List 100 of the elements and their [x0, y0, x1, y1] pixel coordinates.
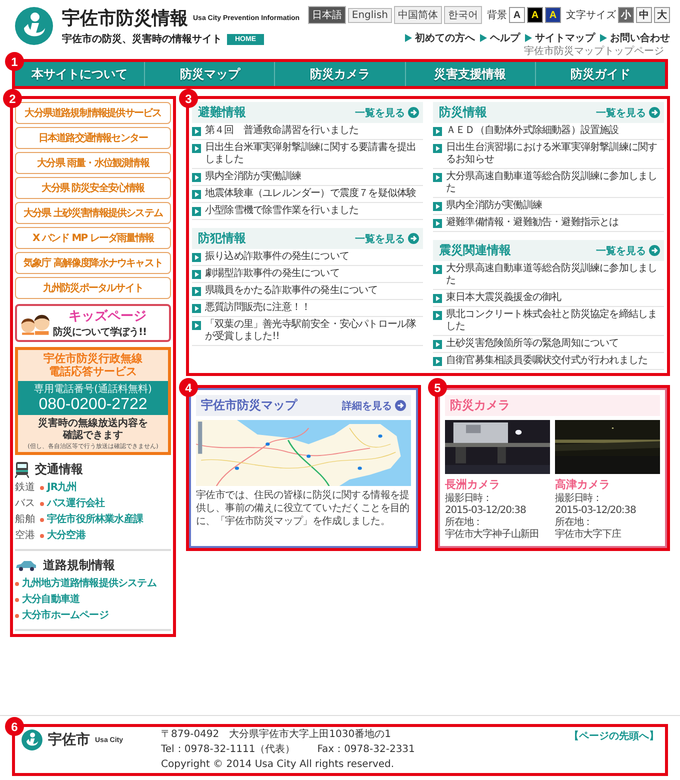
- triangle-icon: [480, 34, 487, 42]
- header-link[interactable]: お問い合わせ: [600, 31, 670, 45]
- panel-title: 宇佐市防災マップ: [201, 397, 297, 414]
- news-item[interactable]: 東日本大震災義援金の御礼: [433, 290, 664, 307]
- road-heading: 道路規制情報: [43, 557, 115, 574]
- bullet-dot: [15, 614, 19, 618]
- bullet-dot: [40, 502, 44, 506]
- bullet-icon: [433, 202, 442, 211]
- road-link[interactable]: 大分自動車道: [22, 593, 80, 606]
- traffic-heading: 交通情報: [35, 461, 83, 478]
- site-tagline: 宇佐市の防災、災害時の情報サイト: [62, 32, 222, 46]
- annotation-number: 4: [179, 378, 198, 397]
- section-title: 避難情報: [198, 104, 246, 121]
- news-item[interactable]: 大分県高速自動車道等総合防災訓練に参加しました: [433, 261, 664, 290]
- nav-item[interactable]: 防災カメラ: [274, 62, 405, 86]
- bullet-icon: [192, 127, 201, 136]
- nav-item[interactable]: 防災マップ: [144, 62, 274, 86]
- news-item[interactable]: 地震体験車（ユレルンダー）で震度７を疑似体験: [192, 186, 423, 203]
- bullet-icon: [433, 294, 442, 303]
- nav-item[interactable]: 災害支援情報: [404, 62, 535, 86]
- text-size-option[interactable]: 中: [636, 7, 652, 23]
- page-top-link[interactable]: 【ページの先頭へ】: [569, 729, 659, 743]
- transport-category: 鉄道: [15, 481, 36, 494]
- bullet-dot: [15, 598, 19, 602]
- header-link[interactable]: ヘルプ: [480, 31, 520, 45]
- train-icon: [15, 462, 29, 478]
- news-item[interactable]: 県内全消防が実働訓練: [192, 169, 423, 186]
- details-link[interactable]: 詳細を見る: [342, 398, 406, 412]
- triangle-icon: [525, 34, 532, 42]
- news-item[interactable]: ＡＥＤ（自動体外式除細動器）設置施設: [433, 123, 664, 140]
- news-item[interactable]: 日出生台演習場における米軍実弾射撃訓練に関するお知らせ: [433, 140, 664, 169]
- text-size-label: 文字サイズ: [566, 8, 616, 22]
- language-button[interactable]: English: [348, 8, 392, 22]
- bullet-dot: [40, 534, 44, 538]
- news-item[interactable]: 土砂災害危険箇所等の緊急周知について: [433, 336, 664, 353]
- transport-link[interactable]: 宇佐市役所林業水産課: [47, 513, 144, 526]
- background-option[interactable]: A: [545, 7, 561, 23]
- nav-item[interactable]: 防災ガイド: [534, 62, 666, 86]
- bullet-icon: [433, 340, 442, 349]
- news-item[interactable]: 県北コンクリート株式会社と防災協定を締結しました: [433, 307, 664, 336]
- header-link[interactable]: 初めての方へ: [405, 31, 475, 45]
- transport-link[interactable]: 大分空港: [47, 529, 86, 542]
- news-item[interactable]: 自衛官募集相談員委嘱状交付式が行われました: [433, 353, 664, 370]
- arrow-circle-icon: [408, 107, 419, 118]
- news-item[interactable]: 県職員をかたる詐欺事件の発生について: [192, 283, 423, 300]
- background-option[interactable]: A: [527, 7, 543, 23]
- text-size-option[interactable]: 小: [618, 7, 634, 23]
- footer-city-name: 宇佐市: [48, 731, 90, 749]
- news-item[interactable]: 避難準備情報・避難勧告・避難指示とは: [433, 215, 664, 232]
- news-item[interactable]: 日出生台米軍実弾射撃訓練に関する要請書を提出しました: [192, 140, 423, 169]
- road-link[interactable]: 九州地方道路情報提供システム: [22, 577, 156, 590]
- arrow-circle-icon: [408, 233, 419, 244]
- location-label: 所在地：: [445, 517, 484, 528]
- kids-banner[interactable]: キッズページ 防災について学ぼう!!: [15, 304, 171, 342]
- news-item[interactable]: 第４回 普通救命講習を行いました: [192, 123, 423, 140]
- phone-label: 専用電話番号(通話料無料): [34, 382, 152, 396]
- text-size-option[interactable]: 大: [654, 7, 670, 23]
- background-option[interactable]: A: [509, 7, 525, 23]
- annotation-number: 5: [428, 378, 447, 397]
- kids-subtitle: 防災について学ぼう!!: [53, 326, 147, 339]
- phone-text: Tel：0978-32-1111（代表）: [161, 744, 296, 756]
- section-title: 震災関連情報: [439, 242, 511, 259]
- phone-number: 080-0200-2722: [38, 396, 148, 414]
- road-link[interactable]: 大分市ホームページ: [22, 609, 108, 622]
- address-text: 〒879-0492 大分県宇佐市大字上田1030番地の1: [161, 729, 392, 741]
- bullet-icon: [433, 127, 442, 136]
- panel-title: 防災カメラ: [450, 397, 510, 414]
- news-item[interactable]: 大分県高速自動車道等総合防災訓練に参加しました: [433, 169, 664, 198]
- bullet-icon: [192, 207, 201, 216]
- news-item[interactable]: 県内全消防が実働訓練: [433, 198, 664, 215]
- camera-location: 宇佐市大字神子山新田: [445, 529, 540, 541]
- transport-link[interactable]: バス運行会社: [47, 497, 105, 510]
- news-item[interactable]: 悪質訪問販売に注意！！: [192, 300, 423, 317]
- bullet-icon: [433, 357, 442, 366]
- transport-link[interactable]: JR九州: [47, 481, 77, 494]
- service-text: 災害時の無線放送内容を: [38, 418, 148, 430]
- bullet-icon: [192, 321, 201, 330]
- car-icon: [15, 560, 37, 571]
- bullet-icon: [433, 265, 442, 274]
- bullet-dot: [40, 486, 44, 490]
- bullet-icon: [433, 173, 442, 182]
- site-title: 宇佐市防災情報: [62, 7, 188, 30]
- news-item[interactable]: 「双葉の里」善光寺駅前安全・安心パトロール隊が受賞しました!!: [192, 317, 423, 346]
- section-title: 防犯情報: [198, 230, 246, 247]
- bullet-icon: [192, 304, 201, 313]
- capture-date: 2015-03-12/20:38: [555, 505, 637, 516]
- camera-location: 宇佐市大字下庄: [555, 529, 622, 541]
- language-button[interactable]: 中国简体: [394, 6, 442, 24]
- language-button[interactable]: 日本語: [308, 6, 346, 24]
- background-label: 背景: [487, 8, 507, 22]
- bullet-icon: [433, 219, 442, 228]
- capture-date: 2015-03-12/20:38: [445, 505, 527, 516]
- news-item[interactable]: 小型除雪機で除雪作業を行いました: [192, 203, 423, 220]
- language-button[interactable]: 한국어: [444, 6, 482, 24]
- service-title: 宇佐市防災行政無線: [44, 352, 142, 365]
- header-link[interactable]: サイトマップ: [525, 31, 595, 45]
- bullet-icon: [192, 253, 201, 262]
- news-item[interactable]: 振り込め詐欺事件の発生について: [192, 249, 423, 266]
- bullet-icon: [192, 287, 201, 296]
- news-item[interactable]: 劇場型詐欺事件の発生について: [192, 266, 423, 283]
